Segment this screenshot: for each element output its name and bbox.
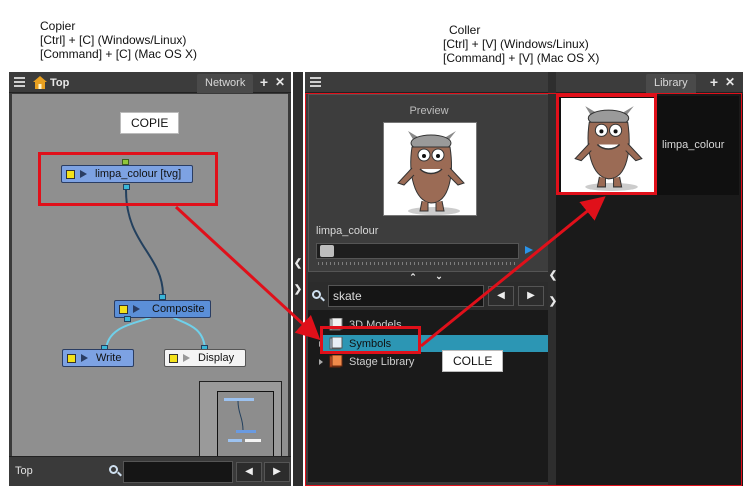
next-button[interactable]: ▶	[264, 462, 290, 482]
paste-caption-line2: [Command] + [V] (Mac OS X)	[443, 51, 600, 65]
copy-label: COPIE	[120, 112, 180, 134]
write-enable-toggle[interactable]	[67, 353, 76, 363]
library-menu-icon[interactable]	[310, 77, 321, 87]
display-enable-toggle[interactable]	[169, 353, 178, 363]
copy-caption-title: Copier	[40, 19, 76, 33]
left-splitter[interactable]: ❮ ❯	[293, 72, 303, 486]
home-icon	[33, 76, 47, 89]
display-node-label: Display	[198, 352, 235, 364]
composite-enable-toggle[interactable]	[119, 304, 128, 314]
status-label: Top	[15, 465, 33, 477]
collapse-left-icon[interactable]: ❮	[293, 258, 303, 270]
previous-button[interactable]: ◀	[236, 462, 262, 482]
grid-item-highlight-box	[556, 94, 657, 195]
search-icon	[109, 465, 118, 474]
composite-node-label: Composite	[152, 303, 205, 315]
tab-library[interactable]: Library	[646, 74, 696, 93]
node-view-titlebar: Top Network + ✕	[9, 72, 291, 93]
node-canvas[interactable]: COPIE limpa_colour [tvg] Composite Write	[12, 94, 288, 472]
node-view-panel: Top Network + ✕ COPIE limpa_colour [tvg]…	[9, 72, 291, 486]
node-search-input[interactable]	[123, 461, 233, 483]
copy-caption-line1: [Ctrl] + [C] (Windows/Linux)	[40, 33, 187, 47]
navigator-map	[224, 398, 261, 442]
composite-output-port[interactable]	[124, 316, 131, 322]
copy-highlight-box	[38, 152, 218, 206]
close-view-button[interactable]: ✕	[273, 75, 287, 89]
composite-expand-icon	[133, 305, 140, 313]
library-titlebar	[305, 72, 556, 93]
breadcrumb-label: Top	[50, 76, 70, 89]
tab-network[interactable]: Network	[197, 74, 254, 93]
library-highlight-box	[305, 93, 742, 486]
library-add-view-button[interactable]: +	[707, 75, 721, 89]
display-node[interactable]: Display	[164, 349, 246, 367]
copy-caption: Copier [Ctrl] + [C] (Windows/Linux) [Com…	[40, 19, 197, 61]
library-close-view-button[interactable]: ✕	[723, 75, 737, 89]
navigator-viewport[interactable]	[217, 391, 274, 463]
write-node[interactable]: Write	[62, 349, 134, 367]
add-view-button[interactable]: +	[257, 75, 271, 89]
library-grid-titlebar: Library + ✕	[556, 72, 743, 93]
copy-caption-line2: [Command] + [C] (Mac OS X)	[40, 47, 198, 61]
paste-caption-title: Coller	[449, 23, 481, 37]
write-expand-icon	[81, 354, 88, 362]
display-expand-icon	[183, 354, 190, 362]
menu-icon[interactable]	[14, 77, 25, 87]
node-view-statusbar: Top ◀ ▶	[9, 456, 291, 486]
breadcrumb[interactable]: Top	[33, 75, 69, 90]
expand-left-icon[interactable]: ❯	[293, 284, 303, 296]
write-node-label: Write	[96, 352, 122, 364]
paste-caption-line1: [Ctrl] + [V] (Windows/Linux)	[443, 37, 589, 51]
paste-caption: Coller [Ctrl] + [V] (Windows/Linux) [Com…	[443, 23, 599, 65]
